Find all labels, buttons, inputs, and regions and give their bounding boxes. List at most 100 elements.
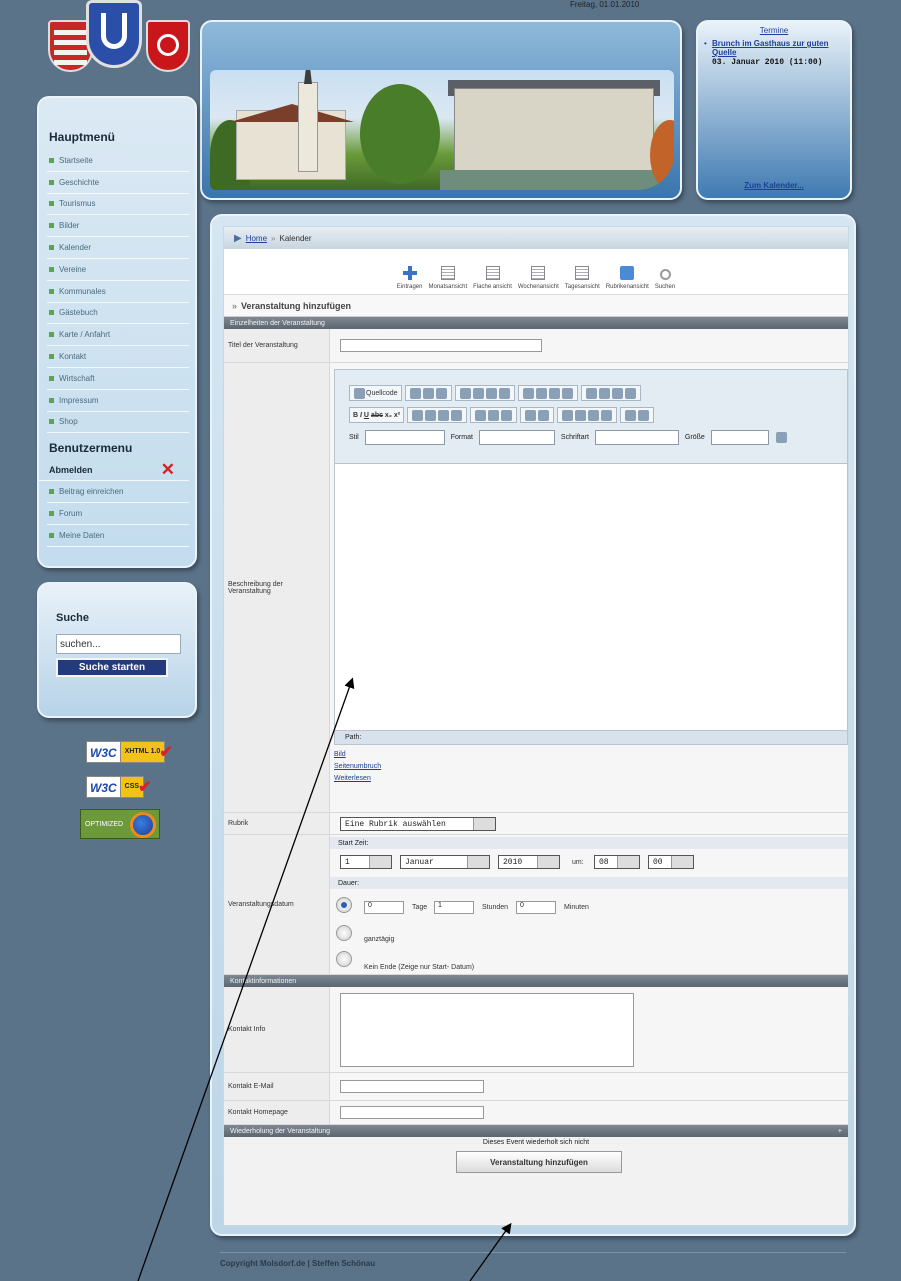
- menu-item-bilder[interactable]: Bilder: [47, 215, 189, 238]
- font-select[interactable]: [594, 429, 679, 445]
- menu-item-shop[interactable]: Shop: [47, 412, 189, 434]
- toolbar-add[interactable]: Eintragen: [397, 266, 422, 290]
- menu-item-vereine[interactable]: Vereine: [47, 259, 189, 281]
- description-row: Beschreibung der Veranstaltung Quellcode…: [224, 363, 848, 813]
- duration-days-input[interactable]: 0: [364, 901, 404, 914]
- search-input[interactable]: [56, 634, 181, 654]
- contact-homepage-input[interactable]: [340, 1106, 484, 1119]
- chevron-down-icon: [617, 856, 639, 868]
- contact-info-textarea[interactable]: [340, 993, 634, 1067]
- align-left-icon: [585, 387, 597, 399]
- contact-info-label: Kontakt Info: [224, 987, 330, 1072]
- duration-hours-input[interactable]: 1: [434, 901, 474, 914]
- menu-item-startseite[interactable]: Startseite: [47, 150, 189, 172]
- logout-label: Abmelden: [49, 464, 93, 475]
- start-month-select[interactable]: Januar: [400, 855, 490, 869]
- menu-item-wirtschaft[interactable]: Wirtschaft: [47, 368, 189, 390]
- add-event-button[interactable]: Veranstaltung hinzufügen: [456, 1151, 622, 1173]
- pagebreak-link[interactable]: Seitenumbruch: [334, 761, 381, 773]
- align-group[interactable]: [580, 385, 641, 401]
- start-hour-select[interactable]: 08: [594, 855, 640, 869]
- menu-item-label: Startseite: [59, 155, 93, 165]
- duration-min-input[interactable]: 0: [516, 901, 556, 914]
- size-select[interactable]: [710, 429, 769, 445]
- search-box: Suche Suche starten: [37, 582, 197, 718]
- calendar-form-area: ▶ Home » Kalender Eintragen Monatsansich…: [223, 226, 849, 1226]
- style-select[interactable]: [364, 429, 445, 445]
- color-group[interactable]: [520, 407, 555, 423]
- menu-item-kontakt[interactable]: Kontakt: [47, 346, 189, 368]
- spell-icon: [498, 387, 510, 399]
- search-button[interactable]: Suche starten: [56, 658, 168, 677]
- breadcrumb-home[interactable]: Home: [246, 234, 267, 243]
- menu-item-tourismus[interactable]: Tourismus: [47, 194, 189, 216]
- readmore-link[interactable]: Weiterlesen: [334, 773, 381, 785]
- hours-label: Stunden: [482, 904, 509, 911]
- menu-item-gaestebuch[interactable]: Gästebuch: [47, 303, 189, 325]
- format-group[interactable]: B I U abc x₂ x²: [349, 407, 405, 423]
- format-select[interactable]: [478, 429, 555, 445]
- menu-item-karte[interactable]: Karte / Anfahrt: [47, 324, 189, 347]
- menu-item-label: Impressum: [59, 395, 99, 405]
- contact-email-input[interactable]: [340, 1080, 484, 1093]
- menu-item-kommunales[interactable]: Kommunales: [47, 281, 189, 303]
- undo-group[interactable]: [517, 385, 578, 401]
- duration-radio[interactable]: [336, 897, 352, 913]
- repeat-section-bar[interactable]: Wiederholung der Veranstaltung +: [224, 1125, 848, 1137]
- bullet-icon: [49, 266, 54, 272]
- clipboard-group[interactable]: [454, 385, 515, 401]
- rich-text-editor: Quellcode B I U abc x₂ x² Stil Format Sc…: [334, 369, 848, 745]
- to-calendar-link[interactable]: Zum Kalender...: [698, 181, 850, 190]
- user-item-beitrag[interactable]: Beitrag einreichen: [47, 481, 189, 504]
- w3c-css-badge[interactable]: W3C CSS ✔: [86, 776, 151, 798]
- outdent-icon: [438, 409, 450, 421]
- user-item-forum[interactable]: Forum: [47, 503, 189, 525]
- source-button[interactable]: Quellcode: [349, 385, 402, 401]
- start-min-select[interactable]: 00: [648, 855, 694, 869]
- undo-icon: [522, 387, 534, 399]
- hr-icon: [575, 409, 587, 421]
- logout-button[interactable]: Abmelden ✕: [39, 459, 189, 482]
- list-group[interactable]: [407, 407, 468, 423]
- page-title: » Veranstaltung hinzufügen: [224, 295, 848, 317]
- toolbar-week[interactable]: Wochenansicht: [518, 266, 559, 290]
- start-day-select[interactable]: 1: [340, 855, 392, 869]
- image-link[interactable]: Bild: [334, 749, 381, 761]
- start-year-select[interactable]: 2010: [498, 855, 560, 869]
- toolbar-search[interactable]: Suchen: [655, 269, 675, 290]
- editor-toolbar-row-3: Stil Format Schriftart Größe: [349, 428, 788, 446]
- category-select[interactable]: Eine Rubrik auswählen: [340, 817, 496, 831]
- maximize-group[interactable]: [620, 407, 655, 423]
- main-menu: Hauptmenü Startseite Geschichte Tourismu…: [37, 96, 197, 568]
- event-title-link[interactable]: Brunch im Gasthaus zur guten Quelle: [712, 39, 844, 57]
- toolbar-category[interactable]: Rubrikenansicht: [606, 266, 649, 290]
- menu-item-impressum[interactable]: Impressum: [47, 390, 189, 412]
- date-label: Veranstaltungsdatum: [224, 835, 330, 974]
- insert-group[interactable]: [557, 407, 618, 423]
- user-item-daten[interactable]: Meine Daten: [47, 525, 189, 547]
- text-color-icon: [525, 409, 537, 421]
- noend-radio[interactable]: [336, 951, 352, 967]
- blocks-icon: [638, 409, 650, 421]
- menu-item-kalender[interactable]: Kalender: [47, 237, 189, 259]
- firefox-badge[interactable]: OPTIMIZED: [80, 809, 160, 839]
- list-icon: [485, 266, 500, 280]
- w3c-xhtml-badge[interactable]: W3C XHTML 1.0 ✔: [86, 741, 173, 763]
- repeat-status: Dieses Event wiederholt sich nicht: [482, 1139, 590, 1146]
- expand-icon[interactable]: +: [838, 1128, 842, 1135]
- allday-radio[interactable]: [336, 925, 352, 941]
- menu-item-geschichte[interactable]: Geschichte: [47, 172, 189, 194]
- title-input[interactable]: [340, 339, 542, 352]
- toolbar-flat[interactable]: Flache ansicht: [473, 266, 512, 290]
- editor-extra-icon[interactable]: [775, 431, 787, 443]
- toolbar-month[interactable]: Monatsansicht: [428, 266, 467, 290]
- bullet-icon: [49, 354, 54, 360]
- contact-section-bar: Kontaktinformationen: [224, 975, 848, 987]
- bullet-icon: [49, 288, 54, 294]
- events-heading[interactable]: Termine: [698, 22, 850, 35]
- toolbar-day[interactable]: Tagesansicht: [565, 266, 600, 290]
- link-group[interactable]: [470, 407, 518, 423]
- edit-tools-group[interactable]: [404, 385, 452, 401]
- style-label: Stil: [349, 433, 359, 441]
- menu-item-label: Karte / Anfahrt: [59, 330, 111, 340]
